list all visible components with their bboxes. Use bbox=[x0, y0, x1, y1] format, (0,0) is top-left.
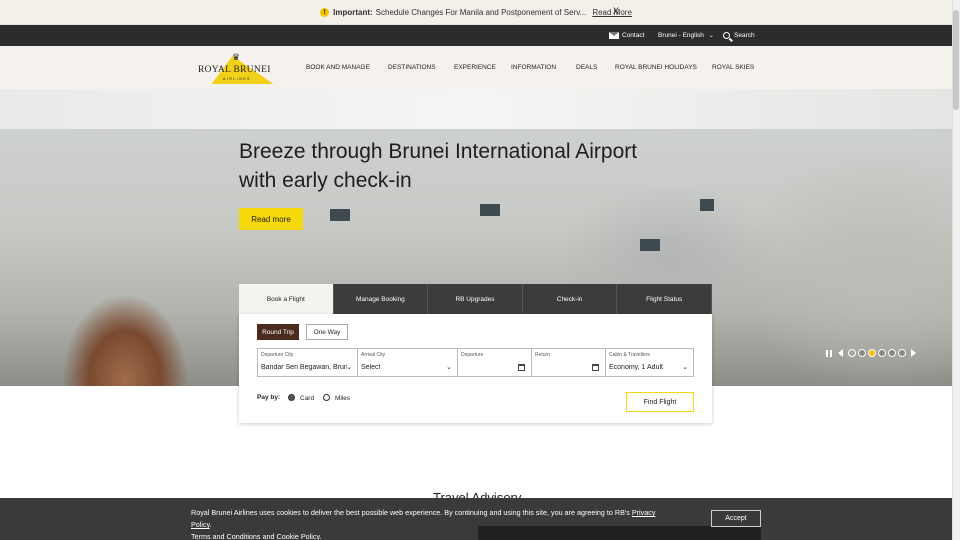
hero-read-more-button[interactable]: Read more bbox=[239, 208, 303, 230]
hero-title: Breeze through Brunei International Airp… bbox=[239, 140, 638, 192]
hero-decor bbox=[330, 209, 350, 221]
cookie-banner: Royal Brunei Airlines uses cookies to de… bbox=[0, 498, 952, 540]
cookie-punct: . bbox=[319, 532, 322, 540]
carousel-dot[interactable] bbox=[878, 349, 886, 357]
departure-date-field[interactable]: Departure bbox=[457, 348, 532, 377]
carousel-dot[interactable] bbox=[898, 349, 906, 357]
carousel-controls bbox=[826, 347, 916, 359]
departure-city-field[interactable]: Departure City Bandar Seri Begawan, Brun… bbox=[257, 348, 358, 377]
cookie-message: Royal Brunei Airlines uses cookies to de… bbox=[191, 508, 630, 517]
booking-form: Round Trip One Way Departure City Bandar… bbox=[239, 314, 712, 423]
field-value: Select bbox=[361, 364, 381, 371]
utility-bar: Contact Brunei - English ⌄ Search bbox=[0, 25, 952, 46]
pay-card-label: Card bbox=[300, 395, 315, 402]
contact-label: Contact bbox=[622, 32, 645, 39]
search-label: Search bbox=[734, 32, 755, 39]
chevron-down-icon: ⌄ bbox=[708, 33, 714, 39]
notice-close-button[interactable]: X bbox=[613, 6, 619, 16]
carousel-dot[interactable] bbox=[848, 349, 856, 357]
field-value: Economy, 1 Adult bbox=[609, 364, 663, 371]
cookie-punct: . bbox=[209, 520, 212, 529]
main-header: ♛ ROYAL BRUNEI AIRLINES BOOK AND MANAGE … bbox=[0, 46, 952, 89]
chevron-down-icon: ⌄ bbox=[446, 364, 452, 371]
tab-check-in[interactable]: Check-in bbox=[522, 284, 618, 314]
royal-brunei-logo[interactable]: ♛ ROYAL BRUNEI AIRLINES bbox=[198, 52, 283, 84]
arrival-city-field[interactable]: Arrival City Select ⌄ bbox=[357, 348, 458, 377]
nav-royal-skies[interactable]: ROYAL SKIES bbox=[712, 46, 754, 89]
hero-decor bbox=[480, 204, 500, 216]
cookie-policy-link[interactable]: Cookie Policy bbox=[277, 532, 320, 540]
accept-cookies-button[interactable]: Accept bbox=[711, 510, 761, 527]
tab-flight-status[interactable]: Flight Status bbox=[617, 284, 712, 314]
carousel-dot-active[interactable] bbox=[868, 349, 876, 357]
cookie-background-panel bbox=[478, 526, 761, 540]
field-label: Arrival City bbox=[361, 352, 386, 358]
tab-book-a-flight[interactable]: Book a Flight bbox=[239, 284, 334, 314]
nav-book-and-manage[interactable]: BOOK AND MANAGE bbox=[306, 46, 370, 89]
language-label: Brunei - English bbox=[658, 32, 704, 39]
tab-rb-upgrades[interactable]: RB Upgrades bbox=[428, 284, 523, 314]
pay-miles-label: Miles bbox=[335, 395, 351, 402]
logo-name: ROYAL BRUNEI bbox=[198, 65, 271, 75]
hero-decor bbox=[700, 199, 714, 211]
envelope-icon bbox=[609, 32, 619, 39]
search-link[interactable]: Search bbox=[723, 25, 755, 46]
field-label: Departure City bbox=[261, 352, 294, 358]
notice-label: Important: bbox=[333, 7, 373, 17]
field-label: Cabin & Travellers bbox=[609, 352, 650, 358]
nav-experience[interactable]: EXPERIENCE bbox=[454, 46, 496, 89]
language-selector[interactable]: Brunei - English ⌄ bbox=[658, 25, 714, 46]
chevron-right-icon[interactable] bbox=[911, 349, 916, 357]
calendar-icon[interactable] bbox=[518, 364, 525, 371]
field-value: Bandar Seri Begawan, Brune... bbox=[261, 364, 347, 371]
nav-royal-brunei-holidays[interactable]: ROYAL BRUNEI HOLIDAYS bbox=[615, 46, 697, 89]
nav-destinations[interactable]: DESTINATIONS bbox=[388, 46, 436, 89]
cabin-travellers-field[interactable]: Cabin & Travellers Economy, 1 Adult ⌄ bbox=[605, 348, 694, 377]
one-way-button[interactable]: One Way bbox=[306, 324, 348, 340]
pay-by-label: Pay by: bbox=[257, 394, 281, 401]
field-label: Return bbox=[535, 352, 551, 358]
logo-sub: AIRLINES bbox=[223, 77, 251, 81]
pause-icon[interactable] bbox=[826, 349, 832, 357]
find-flight-button[interactable]: Find Flight bbox=[626, 392, 694, 412]
terms-link[interactable]: Terms and Conditions bbox=[191, 532, 261, 540]
tab-manage-booking[interactable]: Manage Booking bbox=[333, 284, 429, 314]
hero-decor bbox=[640, 239, 660, 251]
notice-text: Schedule Changes For Manila and Postpone… bbox=[375, 7, 587, 17]
cookie-and: and bbox=[262, 532, 275, 540]
return-date-field[interactable]: Return bbox=[531, 348, 606, 377]
hero-ceiling bbox=[0, 89, 952, 129]
chevron-left-icon[interactable] bbox=[838, 349, 843, 357]
carousel-dot[interactable] bbox=[888, 349, 896, 357]
chevron-down-icon: ⌄ bbox=[682, 364, 688, 371]
pay-miles-radio[interactable] bbox=[323, 394, 330, 401]
booking-tabs: Book a Flight Manage Booking RB Upgrades… bbox=[239, 284, 712, 314]
notice-bar: ! Important: Schedule Changes For Manila… bbox=[0, 0, 952, 25]
field-label: Departure bbox=[461, 352, 484, 358]
calendar-icon[interactable] bbox=[592, 364, 599, 371]
crown-icon: ♛ bbox=[232, 52, 241, 62]
contact-link[interactable]: Contact bbox=[609, 25, 644, 46]
chevron-down-icon: ⌄ bbox=[346, 364, 352, 371]
pay-card-radio[interactable] bbox=[288, 394, 295, 401]
carousel-dot[interactable] bbox=[858, 349, 866, 357]
warning-icon: ! bbox=[320, 7, 330, 17]
search-icon bbox=[723, 32, 730, 39]
scrollbar-thumb[interactable] bbox=[953, 10, 959, 110]
nav-deals[interactable]: DEALS bbox=[576, 46, 597, 89]
round-trip-button[interactable]: Round Trip bbox=[257, 324, 299, 340]
nav-information[interactable]: INFORMATION bbox=[511, 46, 556, 89]
